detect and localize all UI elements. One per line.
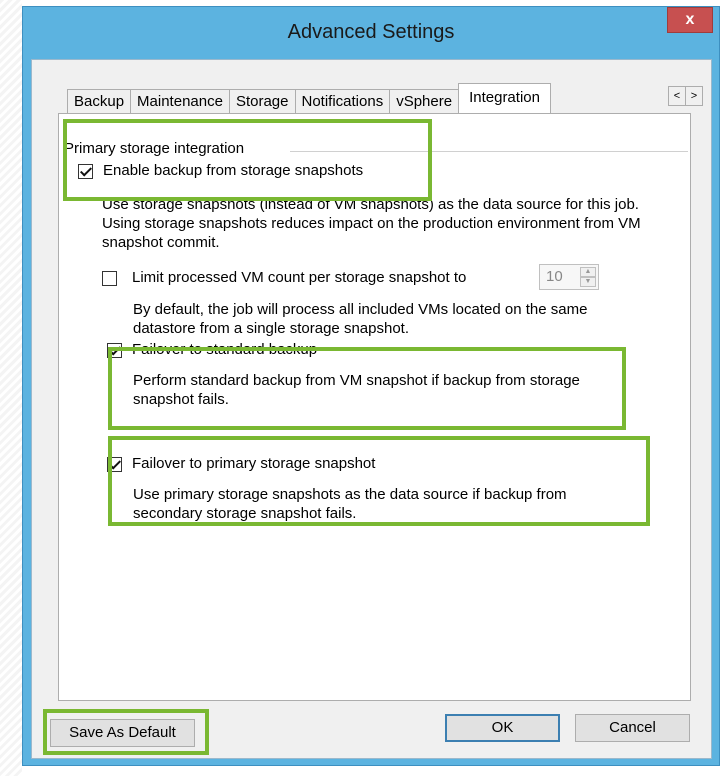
background-pattern [0,0,22,776]
cancel-button[interactable]: Cancel [575,714,690,742]
tab-maintenance[interactable]: Maintenance [130,89,230,113]
spinner-up-icon[interactable]: ▲ [580,267,596,277]
failover-standard-checkbox[interactable] [107,343,122,358]
limit-vm-count-description: By default, the job will process all inc… [133,301,588,337]
title-bar: Advanced Settings x [23,7,719,59]
advanced-settings-dialog: Advanced Settings x Backup Maintenance S… [22,6,720,766]
tab-vsphere[interactable]: vSphere [389,89,460,113]
close-button[interactable]: x [667,7,713,33]
vm-count-spinner[interactable]: 10 ▲ ▼ [539,264,599,290]
spinner-buttons: ▲ ▼ [580,267,596,287]
spinner-down-icon[interactable]: ▼ [580,277,596,287]
vm-count-value: 10 [546,268,563,285]
dialog-title: Advanced Settings [287,21,455,43]
limit-vm-count-label: Limit processed VM count per storage sna… [132,269,467,286]
enable-backup-checkbox[interactable] [78,164,93,179]
dialog-client-area: Backup Maintenance Storage Notifications… [31,59,712,759]
save-as-default-button[interactable]: Save As Default [50,719,195,747]
limit-vm-count-checkbox[interactable] [102,271,117,286]
enable-backup-label: Enable backup from storage snapshots [103,162,364,179]
failover-primary-checkbox[interactable] [107,457,122,472]
group-title: Primary storage integration [64,140,245,157]
failover-primary-description: Use primary storage snapshots as the dat… [133,486,567,522]
tab-storage[interactable]: Storage [228,89,296,113]
group-divider [290,151,688,152]
failover-standard-label: Failover to standard backup [132,341,318,358]
failover-primary-label: Failover to primary storage snapshot [132,455,376,472]
enable-backup-description: Use storage snapshots (instead of VM sna… [102,196,641,251]
tab-scroll-right-button[interactable]: > [685,86,703,106]
tab-scroll-left-button[interactable]: < [668,86,686,106]
tab-scroll-buttons: < > [668,86,703,106]
tab-integration[interactable]: Integration [458,83,551,113]
ok-button[interactable]: OK [445,714,560,742]
tab-backup[interactable]: Backup [67,89,132,113]
failover-standard-description: Perform standard backup from VM snapshot… [133,372,580,408]
tab-strip: Backup Maintenance Storage Notifications… [67,83,551,113]
tab-notifications[interactable]: Notifications [294,89,391,113]
